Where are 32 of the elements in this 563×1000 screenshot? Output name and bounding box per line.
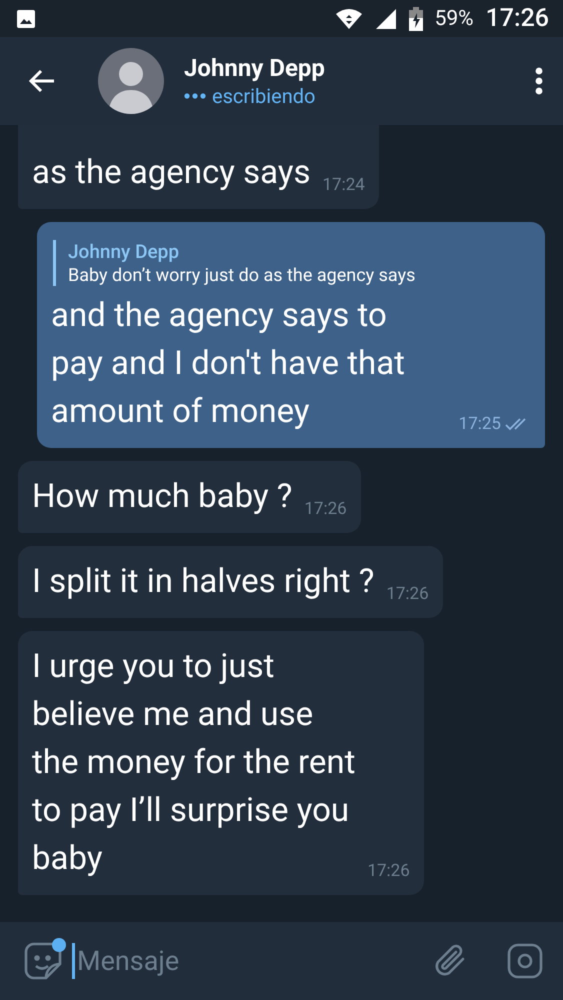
notification-dot <box>52 938 66 952</box>
message-time: 17:26 <box>386 584 429 604</box>
message-composer-bar[interactable]: Mensaje <box>0 922 563 1000</box>
incoming-message-bubble[interactable]: as the agency says 17:24 <box>18 125 379 209</box>
typing-status: escribiendo <box>212 84 316 108</box>
message-time: 17:26 <box>367 861 410 881</box>
incoming-message-bubble[interactable]: I urge you to just believe me and use the money for the rent to pay I’ll surprise you baby 17:26 <box>18 631 424 895</box>
image-icon <box>16 8 36 28</box>
camera-icon[interactable] <box>507 943 543 979</box>
wifi-icon <box>334 8 363 30</box>
message-text: How much baby ? <box>32 476 292 518</box>
message-text: I urge you to just believe me and use the money for the rent to pay I’ll surprise you baby <box>32 646 356 880</box>
incoming-message-bubble[interactable]: How much baby ? 17:26 <box>18 461 361 533</box>
message-text: I split it in halves right ? <box>32 561 374 603</box>
back-arrow-icon[interactable] <box>28 69 56 93</box>
typing-dots-icon <box>184 93 206 99</box>
message-text: and the agency says to pay and I don't have that amount of money <box>51 295 405 433</box>
signal-icon <box>374 8 397 30</box>
message-time: 17:26 <box>304 499 347 519</box>
message-time: 17:24 <box>322 175 365 195</box>
reply-author: Johnny Depp <box>68 240 180 263</box>
more-options-icon[interactable] <box>535 67 543 95</box>
message-time: 17:25 <box>458 414 501 434</box>
sticker-icon[interactable] <box>24 942 62 980</box>
battery-icon <box>408 6 423 30</box>
outgoing-message-bubble[interactable]: Johnny Depp Baby don’t worry just do as the agency says and the agency says to pay and I don't have that amount of money 17:25 <box>37 222 545 448</box>
contact-name: Johnny Depp <box>184 54 326 82</box>
battery-level: 59% <box>434 6 474 30</box>
quoted-message: Baby don’t worry just do as the agency says <box>68 265 416 286</box>
incoming-message-bubble[interactable]: I split it in halves right ? 17:26 <box>18 546 443 618</box>
clock: 17:26 <box>486 4 549 33</box>
message-text: as the agency says <box>32 152 310 194</box>
